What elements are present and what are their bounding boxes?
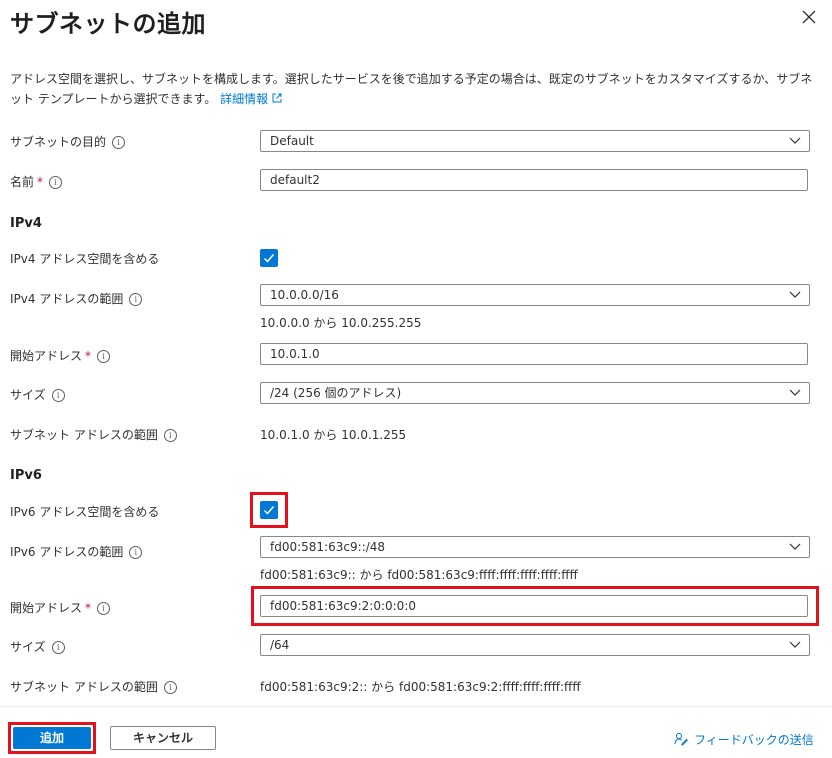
ipv6-subnet-range-label: サブネット アドレスの範囲 i bbox=[10, 678, 177, 695]
ipv6-size-label: サイズ i bbox=[10, 638, 65, 655]
add-button[interactable]: 追加 bbox=[13, 727, 91, 749]
info-icon[interactable]: i bbox=[97, 350, 111, 363]
chevron-down-icon bbox=[789, 291, 801, 298]
ipv4-subnet-range-label: サブネット アドレスの範囲 i bbox=[10, 426, 177, 443]
ipv4-size-dropdown[interactable]: /24 (256 個のアドレス) bbox=[260, 382, 810, 404]
checkmark-icon bbox=[263, 506, 275, 515]
close-icon[interactable] bbox=[798, 6, 820, 28]
ipv4-range-hint: 10.0.0.0 から 10.0.255.255 bbox=[260, 316, 422, 330]
info-icon[interactable]: i bbox=[163, 429, 177, 442]
ipv6-range-hint: fd00:581:63c9:: から fd00:581:63c9:ffff:ff… bbox=[260, 568, 578, 582]
required-mark: * bbox=[85, 601, 92, 615]
ipv4-range-dropdown[interactable]: 10.0.0.0/16 bbox=[260, 284, 810, 306]
ipv4-start-input[interactable]: 10.0.1.0 bbox=[260, 343, 808, 365]
ipv4-include-label: IPv4 アドレス空間を含める bbox=[10, 252, 160, 266]
chevron-down-icon bbox=[789, 543, 801, 550]
ipv4-range-label: IPv4 アドレスの範囲 i bbox=[10, 290, 143, 307]
ipv6-include-label: IPv6 アドレス空間を含める bbox=[10, 505, 160, 519]
info-icon[interactable]: i bbox=[129, 293, 143, 306]
description: アドレス空間を選択し、サブネットを構成します。選択したサービスを後で追加する予定… bbox=[10, 69, 820, 109]
panel-title: サブネットの追加 bbox=[10, 10, 206, 38]
ipv4-subnet-range-value: 10.0.1.0 から 10.0.1.255 bbox=[260, 428, 407, 442]
ipv6-range-label: IPv6 アドレスの範囲 i bbox=[10, 543, 143, 560]
chevron-down-icon bbox=[789, 641, 801, 648]
info-icon[interactable]: i bbox=[49, 176, 63, 189]
ipv6-start-input[interactable]: fd00:581:63c9:2:0:0:0:0 bbox=[260, 595, 808, 617]
chevron-down-icon bbox=[789, 389, 801, 396]
checkmark-icon bbox=[263, 254, 275, 263]
name-label: 名前 * i bbox=[10, 173, 63, 190]
purpose-label: サブネットの目的 i bbox=[10, 133, 126, 150]
ipv6-section-heading: IPv6 bbox=[10, 468, 42, 483]
feedback-icon bbox=[674, 733, 689, 746]
external-link-icon bbox=[272, 93, 282, 103]
cancel-button[interactable]: キャンセル bbox=[110, 726, 216, 750]
footer-divider bbox=[0, 706, 832, 707]
ipv4-start-label: 開始アドレス * i bbox=[10, 347, 111, 364]
description-text: アドレス空間を選択し、サブネットを構成します。選択したサービスを後で追加する予定… bbox=[10, 72, 813, 106]
info-icon[interactable]: i bbox=[51, 389, 65, 402]
ipv6-subnet-range-value: fd00:581:63c9:2:: から fd00:581:63c9:2:fff… bbox=[260, 680, 581, 694]
feedback-link[interactable]: フィードバックの送信 bbox=[674, 731, 814, 748]
learn-more-link[interactable]: 詳細情報 bbox=[220, 92, 282, 106]
info-icon[interactable]: i bbox=[97, 602, 111, 615]
info-icon[interactable]: i bbox=[163, 681, 177, 694]
ipv6-range-dropdown[interactable]: fd00:581:63c9::/48 bbox=[260, 536, 810, 558]
ipv6-size-dropdown[interactable]: /64 bbox=[260, 634, 810, 656]
ipv6-include-checkbox[interactable] bbox=[260, 501, 278, 519]
ipv4-size-label: サイズ i bbox=[10, 386, 65, 403]
purpose-dropdown[interactable]: Default bbox=[260, 130, 810, 152]
required-mark: * bbox=[37, 175, 44, 189]
ipv6-start-label: 開始アドレス * i bbox=[10, 599, 111, 616]
info-icon[interactable]: i bbox=[51, 641, 65, 654]
ipv4-section-heading: IPv4 bbox=[10, 216, 42, 231]
ipv4-include-checkbox[interactable] bbox=[260, 249, 278, 267]
required-mark: * bbox=[85, 349, 92, 363]
info-icon[interactable]: i bbox=[129, 546, 143, 559]
chevron-down-icon bbox=[789, 137, 801, 144]
info-icon[interactable]: i bbox=[112, 136, 126, 149]
name-input[interactable]: default2 bbox=[260, 169, 808, 191]
